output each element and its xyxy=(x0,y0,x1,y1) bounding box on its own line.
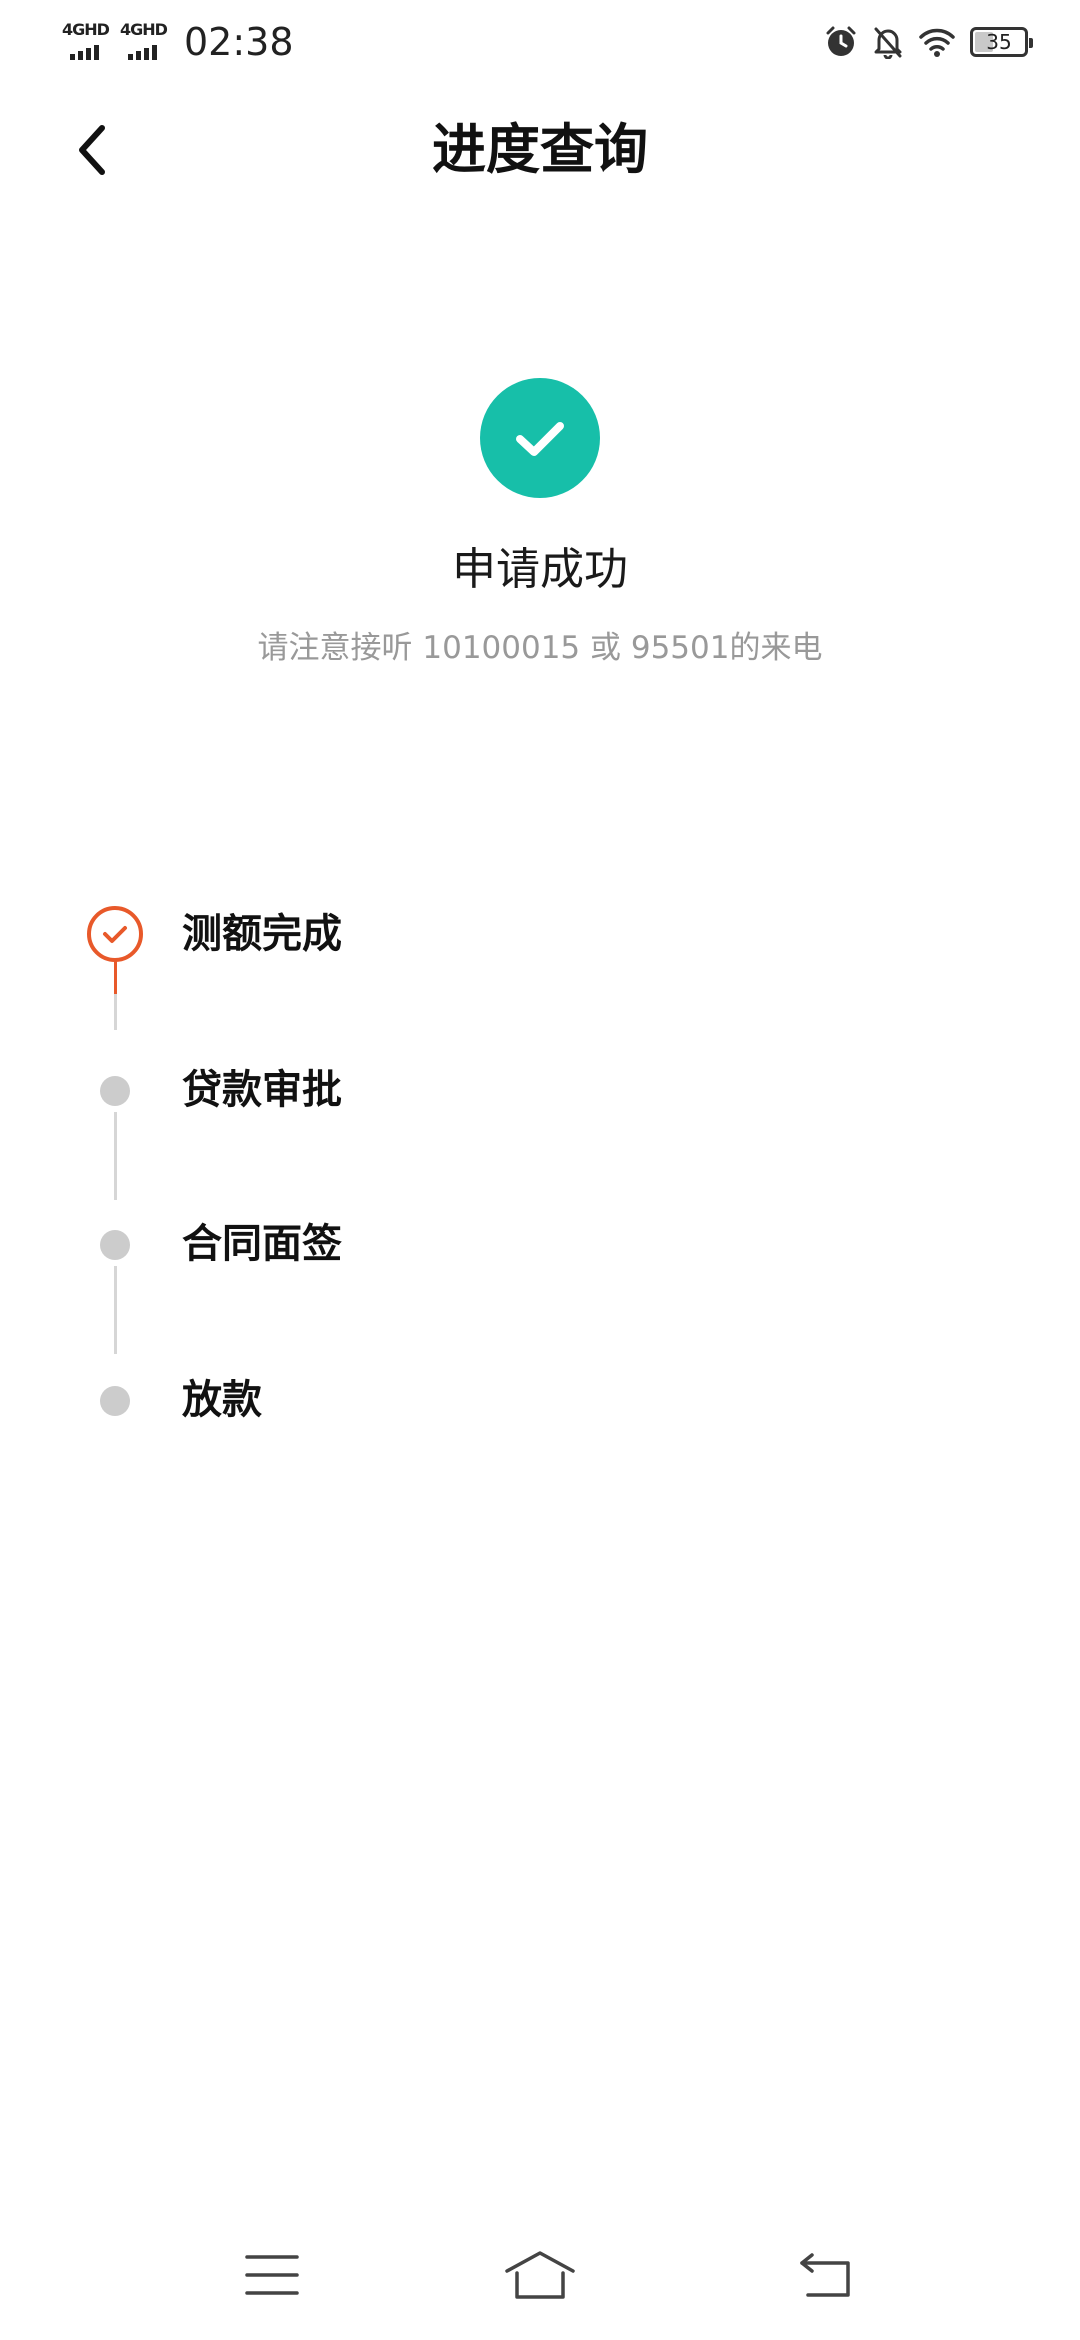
step-done-icon xyxy=(87,906,143,962)
timeline-step-quota-done: 测额完成 xyxy=(0,894,1080,974)
battery-icon: 35 xyxy=(970,27,1033,57)
result-title: 申请成功 xyxy=(452,544,628,595)
menu-icon xyxy=(245,2255,299,2295)
home-icon xyxy=(505,2251,575,2299)
step-label: 合同面签 xyxy=(182,1221,342,1267)
navigation-bar: 进度查询 xyxy=(0,96,1080,206)
progress-timeline: 测额完成 贷款审批 合同面签 放款 xyxy=(0,880,1080,1440)
alarm-icon xyxy=(824,25,858,59)
sim2-signal-icon: 4GHD xyxy=(120,22,170,62)
timeline-step-loan-approval: 贷款审批 xyxy=(0,1050,1080,1130)
step-label: 测额完成 xyxy=(182,911,342,957)
step-pending-dot xyxy=(100,1230,130,1260)
check-circle-icon xyxy=(480,378,600,498)
step-label: 贷款审批 xyxy=(182,1067,342,1113)
step-pending-dot xyxy=(100,1386,130,1416)
timeline-step-disbursement: 放款 xyxy=(0,1360,1080,1440)
step-label: 放款 xyxy=(182,1377,262,1423)
wifi-icon xyxy=(918,26,956,58)
status-bar: 4GHD 4GHD 02:38 35 xyxy=(0,0,1080,84)
sim1-network-type: 4GHD xyxy=(62,20,110,39)
status-bar-right: 35 xyxy=(824,22,1033,62)
bell-off-icon xyxy=(872,25,904,59)
step-pending-dot xyxy=(100,1076,130,1106)
result-subtitle: 请注意接听 10100015 或 95501的来电 xyxy=(257,630,823,666)
page-title: 进度查询 xyxy=(432,118,648,181)
status-time: 02:38 xyxy=(184,20,294,64)
timeline-connector xyxy=(114,994,117,1030)
menu-button[interactable] xyxy=(232,2240,312,2310)
sim1-signal-icon: 4GHD xyxy=(62,22,112,62)
timeline-step-contract-signing: 合同面签 xyxy=(0,1204,1080,1284)
sim2-network-type: 4GHD xyxy=(120,20,168,39)
back-nav-button[interactable] xyxy=(788,2240,868,2310)
back-icon xyxy=(800,2253,850,2297)
system-navigation-bar xyxy=(0,2220,1080,2340)
status-bar-left: 4GHD 4GHD 02:38 xyxy=(62,20,294,64)
home-button[interactable] xyxy=(500,2240,580,2310)
battery-level: 35 xyxy=(986,30,1012,54)
